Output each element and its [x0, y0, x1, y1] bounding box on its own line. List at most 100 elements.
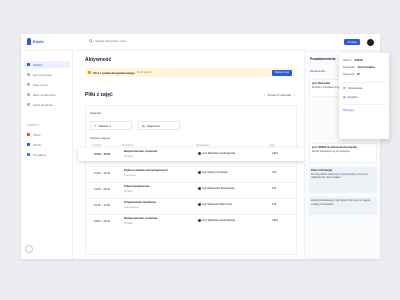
file-name: Zadanie 1 — [98, 123, 111, 128]
gear-icon: ⚙ — [343, 86, 346, 90]
sidebar-item-tablica[interactable]: Tablica — [24, 61, 70, 68]
table-row[interactable]: 12:30 – 14:00 Etyka w naukach technologi… — [88, 166, 295, 179]
sidebar-item-label: Harmonogram — [33, 72, 53, 77]
sidebar-item-label: Przydatne — [33, 152, 47, 157]
table-row[interactable]: 10:30 – 12:00 Bezpieczeństwo systemów Wy… — [78, 148, 308, 161]
album-label: Album: — [343, 58, 353, 62]
avatar — [198, 203, 201, 206]
panel-title: Powiadomienia — [310, 57, 336, 61]
sidebar-item-label: Moje wydarzenia — [33, 92, 56, 97]
search-button[interactable]: Szukaj — [344, 39, 360, 45]
row-subject: Bezpieczeństwo systemów — [124, 217, 158, 220]
row-type: Ćwiczenia — [124, 173, 136, 177]
logout-label: Wyloguj — [343, 108, 354, 112]
album-row: Album: 23456 — [343, 58, 363, 62]
album-value: 23456 — [354, 58, 363, 62]
avatar[interactable] — [367, 39, 374, 46]
files-card: Materiały ✎ Zadanie 1 ▤ Zajęcia 04 Ostat… — [78, 105, 308, 255]
row-subject: Projektowanie interfejsów — [124, 201, 156, 204]
sidebar-item-office[interactable]: Office — [24, 131, 70, 138]
chat-message: Zespół prowadzących uprzejmie informuje,… — [309, 197, 377, 215]
field-label: Kierunek: — [343, 65, 356, 69]
row-type: Wykład — [124, 189, 133, 193]
section-title: Pliki z zajęć — [85, 92, 113, 98]
row-time: 14:30 – 16:00 — [94, 188, 110, 191]
banner-button[interactable]: Aktywne test — [271, 69, 292, 76]
row-subject: Bezpieczeństwo systemów — [124, 150, 158, 153]
row-type: Wykład — [124, 221, 133, 225]
banner-sub: Za 30 godzin — [136, 71, 152, 74]
logout-menu-item[interactable]: Wyloguj — [343, 108, 354, 112]
sidebar-section-label: SERWISY — [27, 124, 40, 127]
events-icon — [27, 93, 30, 96]
sidebar-item-label: Moje oceny — [33, 82, 49, 87]
sidebar-item-wordy[interactable]: Wordy — [24, 141, 70, 148]
sidebar-item-karta[interactable]: Karta studenta — [24, 101, 70, 108]
avatar — [198, 171, 201, 174]
row-room: A216 — [272, 152, 279, 155]
row-time: 12:30 – 14:00 — [94, 172, 110, 175]
week-label: Środa 17 listopad — [267, 93, 291, 97]
row-time: 10:30 – 12:00 — [94, 153, 111, 156]
semester-label: Semestr: — [343, 72, 356, 76]
settings-menu-item[interactable]: ⚙ Ustawienia — [343, 86, 362, 90]
top-bar: Eddie Szukaj — [21, 34, 380, 51]
banner-text: Test z prawa komputerowego — [93, 70, 135, 75]
file-item[interactable]: ▤ Zajęcia 04 — [138, 121, 180, 130]
field-row: Kierunek: Informatyka — [343, 65, 375, 69]
row-room: 102 — [272, 171, 277, 174]
table-row[interactable]: 18:00 – 19:30 Bezpieczeństwo systemów Wy… — [88, 214, 295, 227]
main-content: Aktywność Test z prawa komputerowego Za … — [77, 51, 308, 259]
logo-icon — [27, 38, 31, 45]
col-time: Godzina — [92, 144, 102, 147]
row-lecturer: prof. Radosław Andrzejewski — [202, 219, 236, 223]
notice-item[interactable]: prof. WOEM dr Aleksandra Grzebycka Wynik… — [309, 143, 377, 163]
notice-text: Wyniki kolokwium są już dostępne — [312, 149, 350, 153]
file-item[interactable]: ✎ Zadanie 1 — [90, 121, 132, 130]
row-lecturer: mgr Aleksandra Wiśniewska — [202, 187, 235, 191]
row-subject: Prawo komputerowe — [124, 185, 150, 188]
files-label: Materiały — [90, 111, 102, 115]
file-name: Zajęcia 04 — [146, 123, 160, 128]
col-subject: Przedmiot — [122, 144, 134, 147]
language-label: English — [347, 95, 358, 99]
col-lecturer: Prowadzący — [196, 144, 210, 147]
row-room: 115 — [272, 203, 277, 206]
document-icon: ▤ — [142, 123, 145, 128]
link-icon — [27, 153, 30, 156]
sidebar: Tablica Harmonogram Moje oceny Moje wyda… — [21, 51, 73, 259]
avatar — [198, 219, 201, 222]
sidebar-item-oceny[interactable]: Moje oceny — [24, 81, 70, 88]
table-row[interactable]: 16:15 – 17:45 Projektowanie interfejsów … — [88, 198, 295, 211]
page-title: Aktywność — [85, 57, 112, 63]
settings-icon[interactable] — [25, 245, 33, 253]
grades-icon — [27, 83, 30, 86]
search-box[interactable] — [89, 39, 165, 43]
divider — [343, 82, 385, 83]
settings-label: Ustawienia — [347, 86, 363, 90]
notice-item[interactable]: Prace informatyki Do wszystkich studentó… — [309, 167, 377, 193]
logo[interactable]: Eddie — [27, 38, 44, 45]
past-label: Ostatnie zajęcia — [90, 136, 110, 140]
row-room: A216 — [272, 219, 279, 222]
panel-tab[interactable]: Wiadomości — [310, 69, 325, 73]
app-window: Eddie Szukaj Tablica Harmonogram Moje oc… — [21, 34, 380, 259]
chevron-left-icon[interactable]: ‹ — [264, 93, 265, 97]
sidebar-item-label: Karta studenta — [33, 102, 53, 107]
row-time: 16:15 – 17:45 — [94, 204, 110, 207]
row-time: 18:00 – 19:30 — [94, 220, 110, 223]
chevron-right-icon[interactable]: › — [294, 93, 295, 97]
avatar — [198, 187, 201, 190]
sidebar-item-wydarzenia[interactable]: Moje wydarzenia — [24, 91, 70, 98]
row-room: 114 — [272, 187, 277, 190]
sidebar-item-przydatne[interactable]: Przydatne — [24, 151, 70, 158]
card-icon — [27, 103, 30, 106]
pencil-icon: ✎ — [94, 123, 97, 128]
search-input[interactable] — [95, 39, 165, 43]
language-menu-item[interactable]: ◍ English — [343, 95, 357, 99]
semester-value: III — [357, 72, 360, 76]
row-lecturer: prof. Radosław Andrzejewski — [202, 152, 236, 156]
notice-text: Do wszystkich studentów przypominamy, że… — [311, 172, 368, 180]
table-row[interactable]: 14:30 – 16:00 Prawo komputerowe Wykład m… — [88, 182, 295, 195]
sidebar-item-harmonogram[interactable]: Harmonogram — [24, 71, 70, 78]
